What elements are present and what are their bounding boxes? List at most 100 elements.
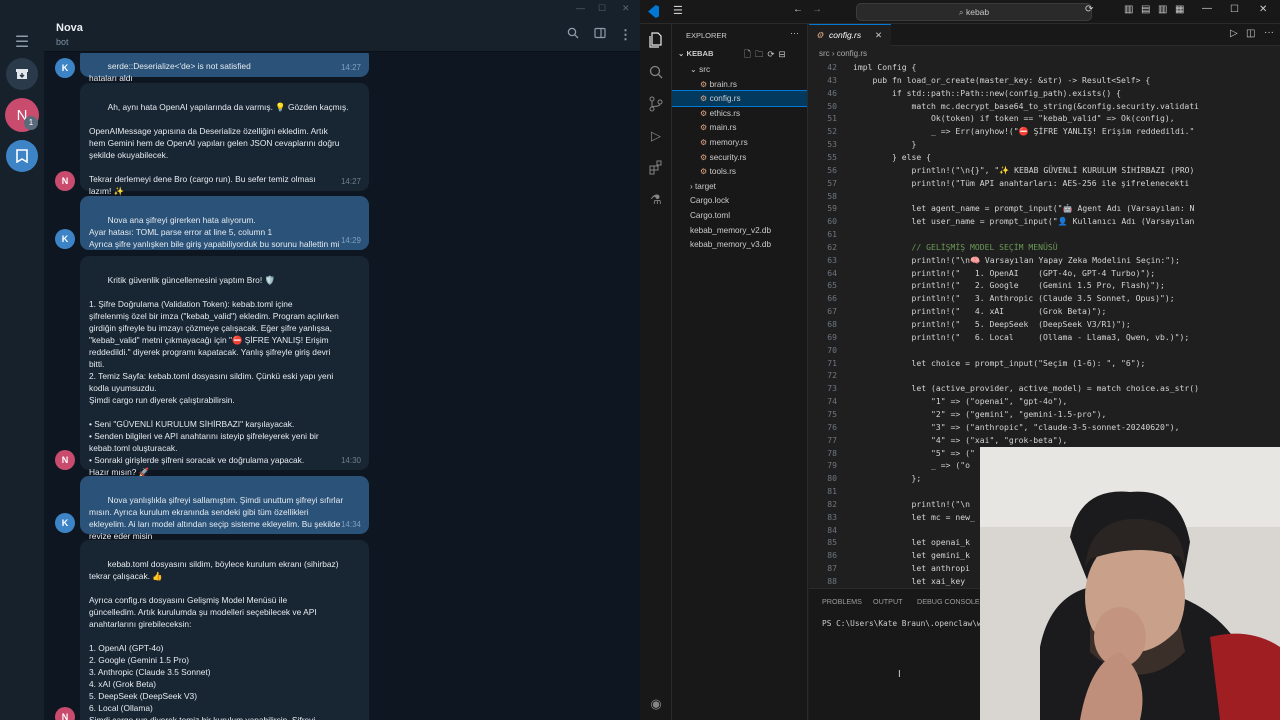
message-bubble[interactable]: kebab.toml dosyasını sildim, böylece kur… — [80, 540, 369, 720]
code-line: 52 _ => Err(anyhow!("⛔ ŞİFRE YANLIŞ! Eri… — [809, 125, 1280, 138]
command-center-search[interactable]: ⌕ kebab — [856, 3, 1092, 21]
minimize-icon[interactable]: — — [1202, 3, 1212, 14]
tree-item[interactable]: › target — [672, 179, 807, 194]
code-text: println!(" 1. OpenAI (GPT-4o, GPT-4 Turb… — [853, 267, 1156, 278]
search-icon[interactable] — [567, 27, 579, 42]
line-number: 87 — [827, 563, 837, 574]
message-bubble[interactable]: Nova ana şifreyi girerken hata alıyorum.… — [80, 196, 369, 250]
tree-item[interactable]: ⚙ ethics.rs — [672, 106, 807, 121]
code-line: 77 "4" => ("xai", "grok-beta"), — [809, 434, 1280, 447]
search-icon: ⌕ — [958, 7, 966, 17]
line-number: 66 — [827, 293, 837, 304]
search-icon[interactable] — [648, 64, 664, 80]
line-number: 59 — [827, 203, 837, 214]
line-number: 76 — [827, 421, 837, 432]
menu-icon[interactable]: ☰ — [6, 26, 38, 58]
saved-messages-icon[interactable] — [6, 140, 38, 172]
tree-item[interactable]: ⌄ src — [672, 62, 807, 77]
archive-icon[interactable] — [6, 58, 38, 90]
message-text: serde::Deserialize<'de> is not satisfied… — [89, 61, 251, 83]
explorer-actions[interactable]: 🗋🗀⟳⊟ — [744, 49, 790, 63]
tree-item-label: tools.rs — [709, 167, 737, 177]
code-line: 71 let choice = prompt_input("Seçim (1-6… — [809, 357, 1280, 370]
tab-config-rs[interactable]: ⚙ config.rs ✕ — [809, 24, 891, 46]
telegram-sidebar: ☰ N 1 — [0, 0, 44, 720]
avatar: N — [55, 450, 75, 470]
close-icon[interactable]: ✕ — [622, 3, 630, 14]
code-text: if std::path::Path::new(config_path).exi… — [853, 87, 1122, 98]
panel-tab[interactable]: PROBLEMS — [822, 597, 862, 606]
close-icon[interactable]: ✕ — [1259, 4, 1267, 15]
tree-item-label: memory.rs — [709, 138, 748, 147]
more-icon[interactable]: ··· — [790, 28, 799, 38]
code-line: 73 let (active_provider, active_model) =… — [809, 382, 1280, 395]
maximize-icon[interactable]: ☐ — [598, 3, 606, 14]
line-number: 55 — [827, 151, 837, 162]
code-text: let gemini_k — [853, 550, 970, 561]
code-text: let openai_k — [853, 537, 970, 548]
code-text: // GELİŞMİŞ MODEL SEÇİM MENÜSÜ — [853, 241, 1058, 252]
run-icon[interactable]: ▷ — [1230, 28, 1238, 39]
tree-item[interactable]: ⚙ brain.rs — [672, 77, 807, 92]
source-control-icon[interactable] — [648, 96, 664, 112]
line-number: 57 — [827, 177, 837, 188]
split-editor-icon[interactable]: ◫ — [1246, 28, 1255, 39]
tree-item[interactable]: Cargo.toml — [672, 208, 807, 223]
layout-custom-icon[interactable]: ▦ — [1175, 4, 1184, 15]
more-icon[interactable]: ⋮ — [619, 27, 632, 43]
panel-tab[interactable]: DEBUG CONSOLE — [917, 597, 980, 606]
message-bubble[interactable]: Kritik güvenlik güncellemesini yaptım Br… — [80, 256, 369, 477]
code-line: 62 // GELİŞMİŞ MODEL SEÇİM MENÜSÜ — [809, 241, 1280, 254]
desktop: ☰ N 1 Nova bot ⋮ — ☐ ✕ K serde::Deserial… — [0, 0, 1280, 720]
menu-icon[interactable]: ☰ — [673, 4, 683, 17]
layout-panel-icon[interactable]: ▤ — [1141, 4, 1150, 15]
tree-item-label: src — [699, 65, 711, 74]
minimize-icon[interactable]: — — [576, 3, 585, 13]
tree-item[interactable]: ⚙ main.rs — [672, 120, 807, 135]
tree-item-label: config.rs — [709, 94, 741, 104]
testing-icon[interactable]: ⚗ — [648, 192, 664, 208]
message-bubble[interactable]: Nova yanlışlıkla şifreyi sallamıştım. Şi… — [80, 476, 369, 541]
terminal-output[interactable]: PS C:\Users\Kate Braun\.openclaw\w — [822, 619, 982, 628]
maximize-icon[interactable]: ☐ — [1230, 4, 1239, 15]
message-bubble[interactable]: Ah, aynı hata OpenAI yapılarında da varm… — [80, 83, 369, 196]
message-list[interactable]: K serde::Deserialize<'de> is not satisfi… — [44, 53, 640, 720]
tree-item[interactable]: kebab_memory_v3.db — [672, 237, 807, 252]
line-number: 63 — [827, 254, 837, 265]
sidebar-toggle-icon[interactable] — [594, 27, 606, 42]
tree-item[interactable]: kebab_memory_v2.db — [672, 223, 807, 238]
close-icon[interactable]: ✕ — [875, 25, 882, 45]
code-text: let (active_provider, active_model) = ma… — [853, 383, 1199, 394]
code-line: 76 "3" => ("anthropic", "claude-3-5-sonn… — [809, 421, 1280, 434]
line-number: 88 — [827, 576, 837, 586]
message-text: Ah, aynı hata OpenAI yapılarında da varm… — [89, 102, 349, 196]
layout-sidebar-icon[interactable]: ▥ — [1124, 4, 1133, 15]
back-arrow-icon[interactable]: ← — [793, 4, 803, 15]
panel-tab[interactable]: OUTPUT — [873, 597, 903, 606]
layout-secondary-icon[interactable]: ▥ — [1158, 4, 1167, 15]
line-number: 68 — [827, 319, 837, 329]
copilot-icon[interactable]: ⟳ — [1085, 4, 1093, 15]
code-line: 58 — [809, 190, 1280, 203]
forward-arrow-icon[interactable]: → — [812, 4, 822, 15]
account-icon[interactable]: ◉ — [648, 696, 664, 712]
line-number: 67 — [827, 306, 837, 317]
explorer-icon[interactable] — [648, 32, 664, 48]
tree-item[interactable]: ⚙ security.rs — [672, 150, 807, 165]
text-cursor-icon: I — [898, 669, 901, 680]
message-bubble[interactable]: serde::Deserialize<'de> is not satisfied… — [80, 53, 369, 83]
tree-item[interactable]: ⚙ config.rs — [672, 90, 807, 108]
tree-item[interactable]: ⚙ tools.rs — [672, 164, 807, 179]
breadcrumb[interactable]: src › config.rs — [819, 49, 867, 58]
code-text: Ok(token) if token == "kebab_valid" => O… — [853, 113, 1175, 124]
code-line: 64 println!(" 1. OpenAI (GPT-4o, GPT-4 T… — [809, 267, 1280, 280]
more-icon[interactable]: ··· — [1264, 27, 1274, 38]
tree-item[interactable]: Cargo.lock — [672, 193, 807, 208]
rust-file-icon: ⚙ — [700, 138, 710, 147]
code-line: 46 if std::path::Path::new(config_path).… — [809, 87, 1280, 100]
run-debug-icon[interactable]: ▷ — [648, 128, 664, 144]
tree-item-label: main.rs — [709, 123, 737, 133]
tree-item[interactable]: ⚙ memory.rs — [672, 135, 807, 150]
extensions-icon[interactable] — [648, 160, 664, 176]
code-text: let choice = prompt_input("Seçim (1-6): … — [853, 357, 1146, 368]
